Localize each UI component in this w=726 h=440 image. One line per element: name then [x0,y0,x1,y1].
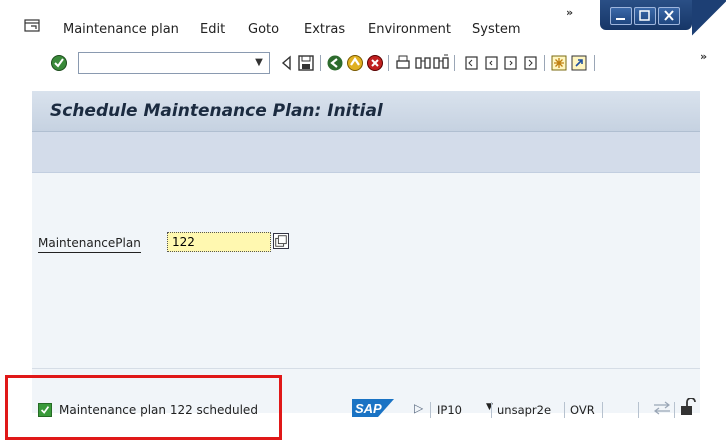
command-dropdown-icon[interactable]: ▼ [252,55,266,71]
maintenance-plan-input[interactable] [167,232,271,252]
last-page-icon[interactable] [522,54,540,72]
highlight-box [5,375,282,440]
insert-mode[interactable]: OVR [570,403,595,417]
menu-edit[interactable]: Edit [200,22,225,37]
print-icon[interactable] [394,54,412,72]
menu-goto[interactable]: Goto [248,22,279,37]
toolbar-separator [454,55,455,71]
minimize-icon [616,18,625,20]
more-menu-button[interactable]: » [566,6,573,19]
find-icon[interactable] [414,54,432,72]
maximize-button[interactable] [634,7,656,25]
toolbar-separator [594,55,595,71]
window-frame-decoration [692,0,726,44]
application-toolbar [32,132,700,173]
toolbar-separator [320,55,321,71]
status-separator [430,402,431,418]
work-area [32,173,700,368]
expand-status-icon[interactable]: ▷ [414,401,423,415]
command-field[interactable] [78,52,270,74]
matchcode-icon[interactable] [273,233,289,249]
back-icon[interactable] [326,54,344,72]
sap-logo: SAP [352,399,394,417]
previous-page-icon[interactable] [482,54,500,72]
menu-extras[interactable]: Extras [304,22,345,37]
menu-icon[interactable] [24,19,40,33]
host-name: unsapr2e [497,403,552,417]
page-title: Schedule Maintenance Plan: Initial [50,101,383,121]
status-separator [674,402,675,418]
close-button[interactable] [658,7,680,25]
minimize-button[interactable] [610,7,632,25]
status-separator [491,402,492,418]
next-page-icon[interactable] [502,54,520,72]
svg-text:SAP: SAP [355,401,382,416]
save-icon[interactable] [297,54,315,72]
enter-icon[interactable] [50,54,68,72]
close-icon [664,10,674,21]
toolbar-separator [388,55,389,71]
window-controls [600,0,692,30]
find-next-icon[interactable] [432,54,450,72]
maximize-icon [639,10,650,21]
menu-system[interactable]: System [472,22,520,37]
more-toolbar-button[interactable]: » [700,50,707,63]
shortcut-icon[interactable] [570,54,588,72]
lock-icon[interactable] [680,398,696,416]
maintenance-plan-label: MaintenancePlan [38,236,141,253]
menu-maintenance-plan[interactable]: Maintenance plan [63,22,179,37]
menu-environment[interactable]: Environment [368,22,451,37]
status-separator [564,402,565,418]
cancel-icon[interactable] [366,54,384,72]
exit-icon[interactable] [346,54,364,72]
system-id: IP10 [437,403,462,417]
transfer-icon[interactable] [652,400,672,416]
status-separator [602,402,603,418]
toolbar-separator [544,55,545,71]
status-separator [638,402,639,418]
create-session-icon[interactable] [550,54,568,72]
back-arrow-icon[interactable] [278,54,296,72]
first-page-icon[interactable] [462,54,480,72]
